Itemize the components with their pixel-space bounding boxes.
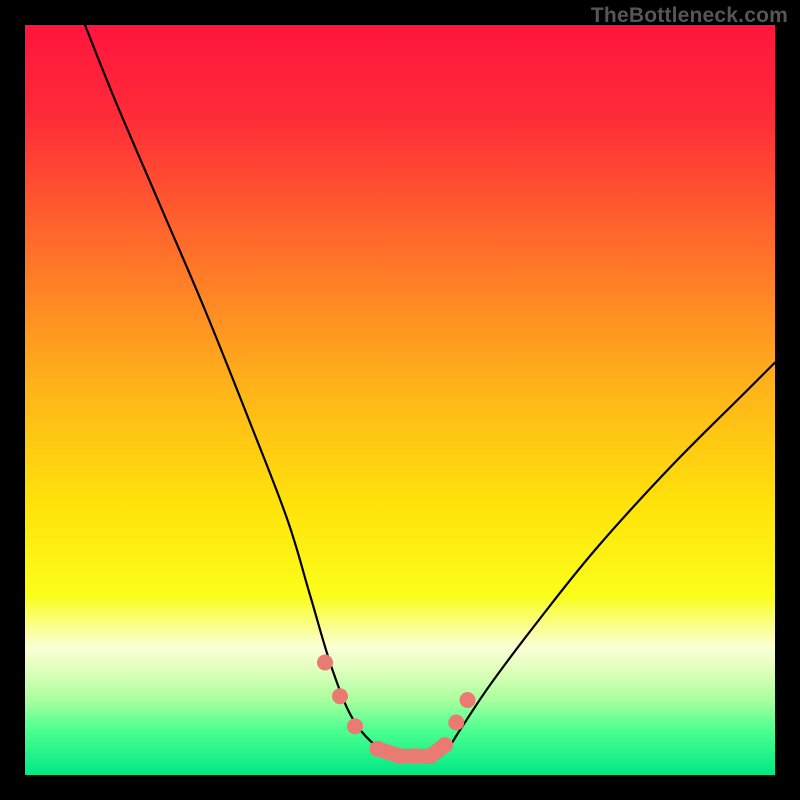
marker-dot (460, 692, 476, 708)
marker-dot (347, 718, 363, 734)
watermark-label: TheBottleneck.com (591, 4, 788, 28)
marker-dot (437, 737, 453, 753)
chart-frame: TheBottleneck.com (0, 0, 800, 800)
marker-dot (422, 748, 438, 764)
marker-dot (317, 655, 333, 671)
chart-svg (25, 25, 775, 775)
marker-dot (448, 715, 464, 731)
marker-dot (392, 748, 408, 764)
marker-dot (407, 748, 423, 764)
marker-dot (370, 741, 386, 757)
marker-dot (332, 688, 348, 704)
plot-area (25, 25, 775, 775)
bottleneck-curve (85, 25, 775, 761)
